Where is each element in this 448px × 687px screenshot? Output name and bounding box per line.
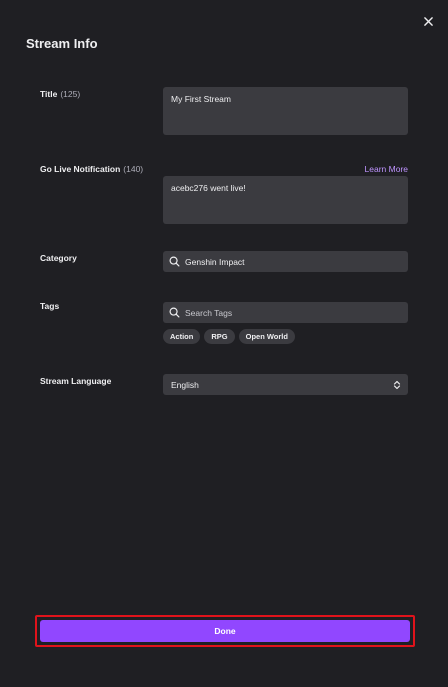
tags-search-input[interactable]: Search Tags (163, 302, 408, 323)
search-icon (169, 256, 181, 268)
dialog-title: Stream Info (26, 36, 98, 51)
done-button-highlight: Done (35, 615, 415, 647)
category-label: Category (40, 253, 77, 263)
tag-action[interactable]: Action (163, 329, 201, 344)
category-value: Genshin Impact (185, 256, 245, 267)
chevron-up-down-icon (393, 380, 401, 390)
notification-label-text: Go Live Notification (40, 164, 121, 174)
title-textarea[interactable]: My First Stream (163, 87, 408, 135)
category-input[interactable]: Genshin Impact (163, 251, 408, 272)
title-label-text: Title (40, 89, 58, 99)
close-button[interactable] (418, 11, 438, 31)
tag-open-world[interactable]: Open World (238, 329, 295, 344)
stream-info-dialog: Stream Info Title (125) My First Stream G… (0, 0, 448, 687)
learn-more-link[interactable]: Learn More (365, 164, 408, 174)
language-label: Stream Language (40, 376, 112, 386)
notification-textarea[interactable]: acebc276 went live! (163, 176, 408, 224)
notification-char-count: (140) (123, 164, 144, 174)
notification-label: Go Live Notification (140) (40, 164, 143, 174)
notification-value: acebc276 went live! (171, 183, 246, 193)
title-label: Title (125) (40, 89, 80, 99)
language-select[interactable]: English (163, 374, 408, 395)
close-icon (423, 16, 433, 26)
tags-placeholder: Search Tags (185, 307, 233, 318)
search-icon (169, 307, 181, 319)
tag-rpg[interactable]: RPG (204, 329, 235, 344)
title-char-count: (125) (60, 89, 81, 99)
title-value: My First Stream (171, 94, 231, 104)
language-value: English (171, 379, 199, 390)
tags-label: Tags (40, 301, 60, 311)
done-button[interactable]: Done (40, 620, 410, 642)
tag-list: Action RPG Open World (163, 329, 295, 344)
